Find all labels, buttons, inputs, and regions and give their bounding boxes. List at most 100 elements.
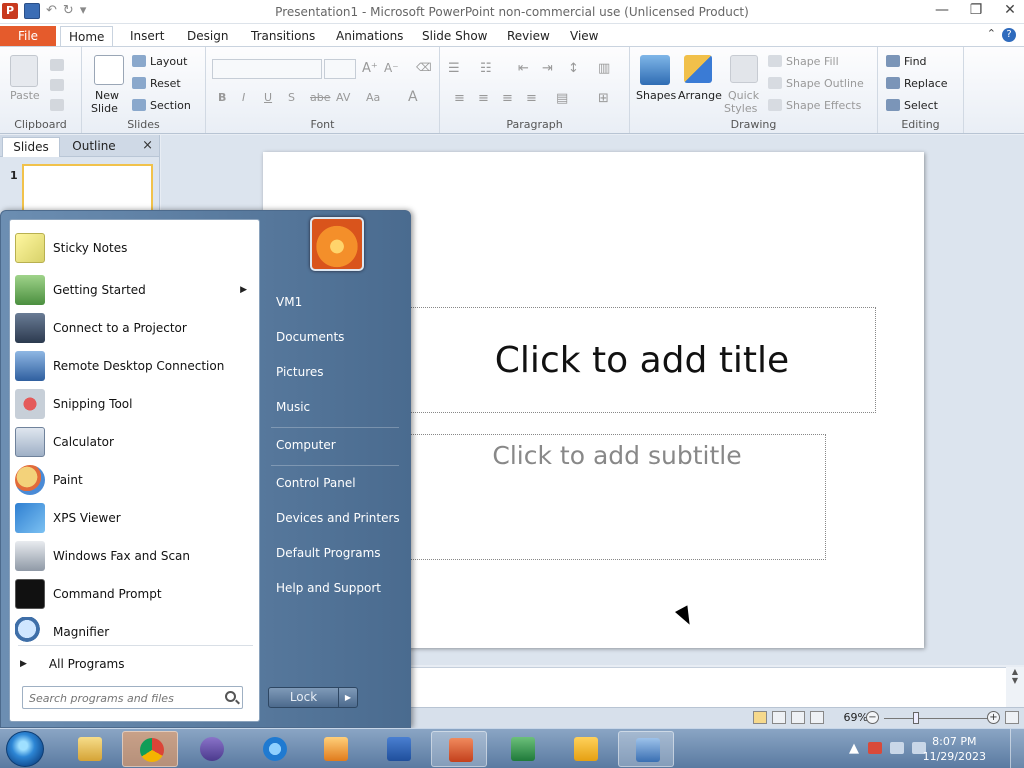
change-case-button[interactable]: Aa — [366, 91, 380, 104]
quick-styles-icon[interactable] — [730, 55, 758, 83]
link-default-programs[interactable]: Default Programs — [276, 546, 381, 560]
slideshow-view-icon[interactable] — [810, 711, 824, 724]
shape-effects-icon[interactable] — [768, 99, 782, 111]
paste-button[interactable]: Paste — [10, 89, 40, 102]
tab-slides[interactable]: Slides — [2, 137, 60, 157]
shutdown-options-arrow-icon[interactable]: ▶ — [338, 687, 358, 708]
bullets-icon[interactable]: ☰ — [448, 61, 460, 76]
network-icon[interactable] — [890, 742, 904, 754]
program-connect-to-projector[interactable]: Connect to a Projector — [10, 310, 259, 346]
program-getting-started[interactable]: Getting Started ▶ — [10, 272, 259, 308]
show-desktop-button[interactable] — [1010, 729, 1024, 768]
tab-insert[interactable]: Insert — [122, 26, 172, 47]
link-computer[interactable]: Computer — [276, 438, 336, 452]
search-input[interactable] — [29, 690, 214, 706]
shape-outline-button[interactable]: Shape Outline — [786, 77, 864, 90]
cut-icon[interactable] — [50, 59, 64, 71]
align-left-icon[interactable]: ≡ — [454, 91, 465, 106]
char-spacing-button[interactable]: AV — [336, 91, 350, 104]
shrink-font-icon[interactable]: A⁻ — [384, 61, 399, 75]
program-paint[interactable]: Paint — [10, 462, 259, 498]
zoom-out-icon[interactable]: − — [866, 711, 879, 724]
normal-view-icon[interactable] — [753, 711, 767, 724]
minimize-ribbon-icon[interactable]: ⌃ — [987, 27, 996, 40]
arrange-button[interactable]: Arrange — [678, 89, 722, 102]
select-icon[interactable] — [886, 99, 900, 111]
replace-button[interactable]: Replace — [904, 77, 948, 90]
search-icon[interactable] — [225, 691, 236, 702]
subtitle-placeholder[interactable]: Click to add subtitle — [408, 434, 826, 560]
tab-animations[interactable]: Animations — [328, 26, 411, 47]
taskbar-visual-studio[interactable] — [183, 731, 239, 767]
zoom-slider-thumb[interactable] — [913, 712, 919, 724]
program-remote-desktop[interactable]: Remote Desktop Connection — [10, 348, 259, 384]
align-center-icon[interactable]: ≡ — [478, 91, 489, 106]
link-devices-and-printers[interactable]: Devices and Printers — [276, 511, 400, 525]
tab-transitions[interactable]: Transitions — [243, 26, 323, 47]
shadow-button[interactable]: S — [288, 91, 295, 104]
shape-outline-icon[interactable] — [768, 77, 782, 89]
section-icon[interactable] — [132, 99, 146, 111]
paste-icon[interactable] — [10, 55, 38, 87]
tab-file[interactable]: File — [0, 26, 56, 47]
find-icon[interactable] — [886, 55, 900, 67]
shapes-button[interactable]: Shapes — [636, 89, 676, 102]
new-slide-label-2[interactable]: Slide — [91, 102, 118, 115]
find-button[interactable]: Find — [904, 55, 927, 68]
font-size-box[interactable] — [324, 59, 356, 79]
title-placeholder[interactable]: Click to add title — [408, 307, 876, 413]
format-painter-icon[interactable] — [50, 99, 64, 111]
strikethrough-button[interactable]: abe — [310, 91, 331, 104]
taskbar-excel[interactable] — [494, 731, 550, 767]
close-pane-icon[interactable]: × — [142, 138, 153, 153]
slide-thumbnail[interactable] — [22, 164, 153, 214]
underline-button[interactable]: U — [264, 91, 272, 104]
taskbar-powerpoint[interactable] — [431, 731, 487, 767]
smartart-icon[interactable]: ⊞ — [598, 91, 609, 106]
tab-design[interactable]: Design — [179, 26, 236, 47]
tab-home[interactable]: Home — [60, 26, 114, 47]
taskbar-explorer[interactable] — [61, 731, 117, 767]
increase-indent-icon[interactable]: ⇥ — [542, 61, 553, 76]
reset-icon[interactable] — [132, 77, 146, 89]
program-calculator[interactable]: Calculator — [10, 424, 259, 460]
program-snipping-tool[interactable]: Snipping Tool — [10, 386, 259, 422]
lock-button[interactable]: Lock — [268, 687, 339, 708]
section-button[interactable]: Section — [150, 99, 191, 112]
quick-styles-label-1[interactable]: Quick — [728, 89, 759, 102]
italic-button[interactable]: I — [242, 91, 245, 104]
program-sticky-notes[interactable]: Sticky Notes — [10, 230, 259, 266]
reset-button[interactable]: Reset — [150, 77, 181, 90]
taskbar-outlook[interactable] — [557, 731, 613, 767]
select-button[interactable]: Select — [904, 99, 938, 112]
program-command-prompt[interactable]: Command Prompt — [10, 576, 259, 612]
zoom-slider-track[interactable] — [884, 718, 988, 719]
all-programs-item[interactable]: ▶ All Programs — [10, 652, 259, 676]
replace-icon[interactable] — [886, 77, 900, 89]
arrange-icon[interactable] — [684, 55, 712, 83]
shape-effects-button[interactable]: Shape Effects — [786, 99, 861, 112]
taskbar-internet-explorer[interactable] — [246, 731, 302, 767]
grow-font-icon[interactable]: A⁺ — [362, 61, 378, 76]
zoom-level[interactable]: 69% — [844, 711, 868, 724]
layout-button[interactable]: Layout — [150, 55, 187, 68]
link-music[interactable]: Music — [276, 400, 310, 414]
program-xps-viewer[interactable]: XPS Viewer — [10, 500, 259, 536]
link-pictures[interactable]: Pictures — [276, 365, 324, 379]
taskbar-word[interactable] — [370, 731, 426, 767]
font-color-button[interactable]: A — [408, 89, 418, 105]
new-slide-label-1[interactable]: New — [95, 89, 119, 102]
restore-icon[interactable]: ❐ — [968, 2, 984, 18]
quick-styles-label-2[interactable]: Styles — [724, 102, 757, 115]
link-help-and-support[interactable]: Help and Support — [276, 581, 381, 595]
font-name-box[interactable] — [212, 59, 322, 79]
shape-fill-icon[interactable] — [768, 55, 782, 67]
link-documents[interactable]: Documents — [276, 330, 344, 344]
show-hidden-icons-icon[interactable]: ▲ — [849, 741, 859, 757]
vertical-scrollbar[interactable]: ▲ ▼ — [1006, 667, 1024, 707]
tab-outline[interactable]: Outline — [64, 137, 124, 157]
tab-slide-show[interactable]: Slide Show — [414, 26, 495, 47]
shape-fill-button[interactable]: Shape Fill — [786, 55, 839, 68]
fit-to-window-icon[interactable] — [1005, 711, 1019, 724]
columns-icon[interactable]: ▥ — [598, 61, 610, 76]
